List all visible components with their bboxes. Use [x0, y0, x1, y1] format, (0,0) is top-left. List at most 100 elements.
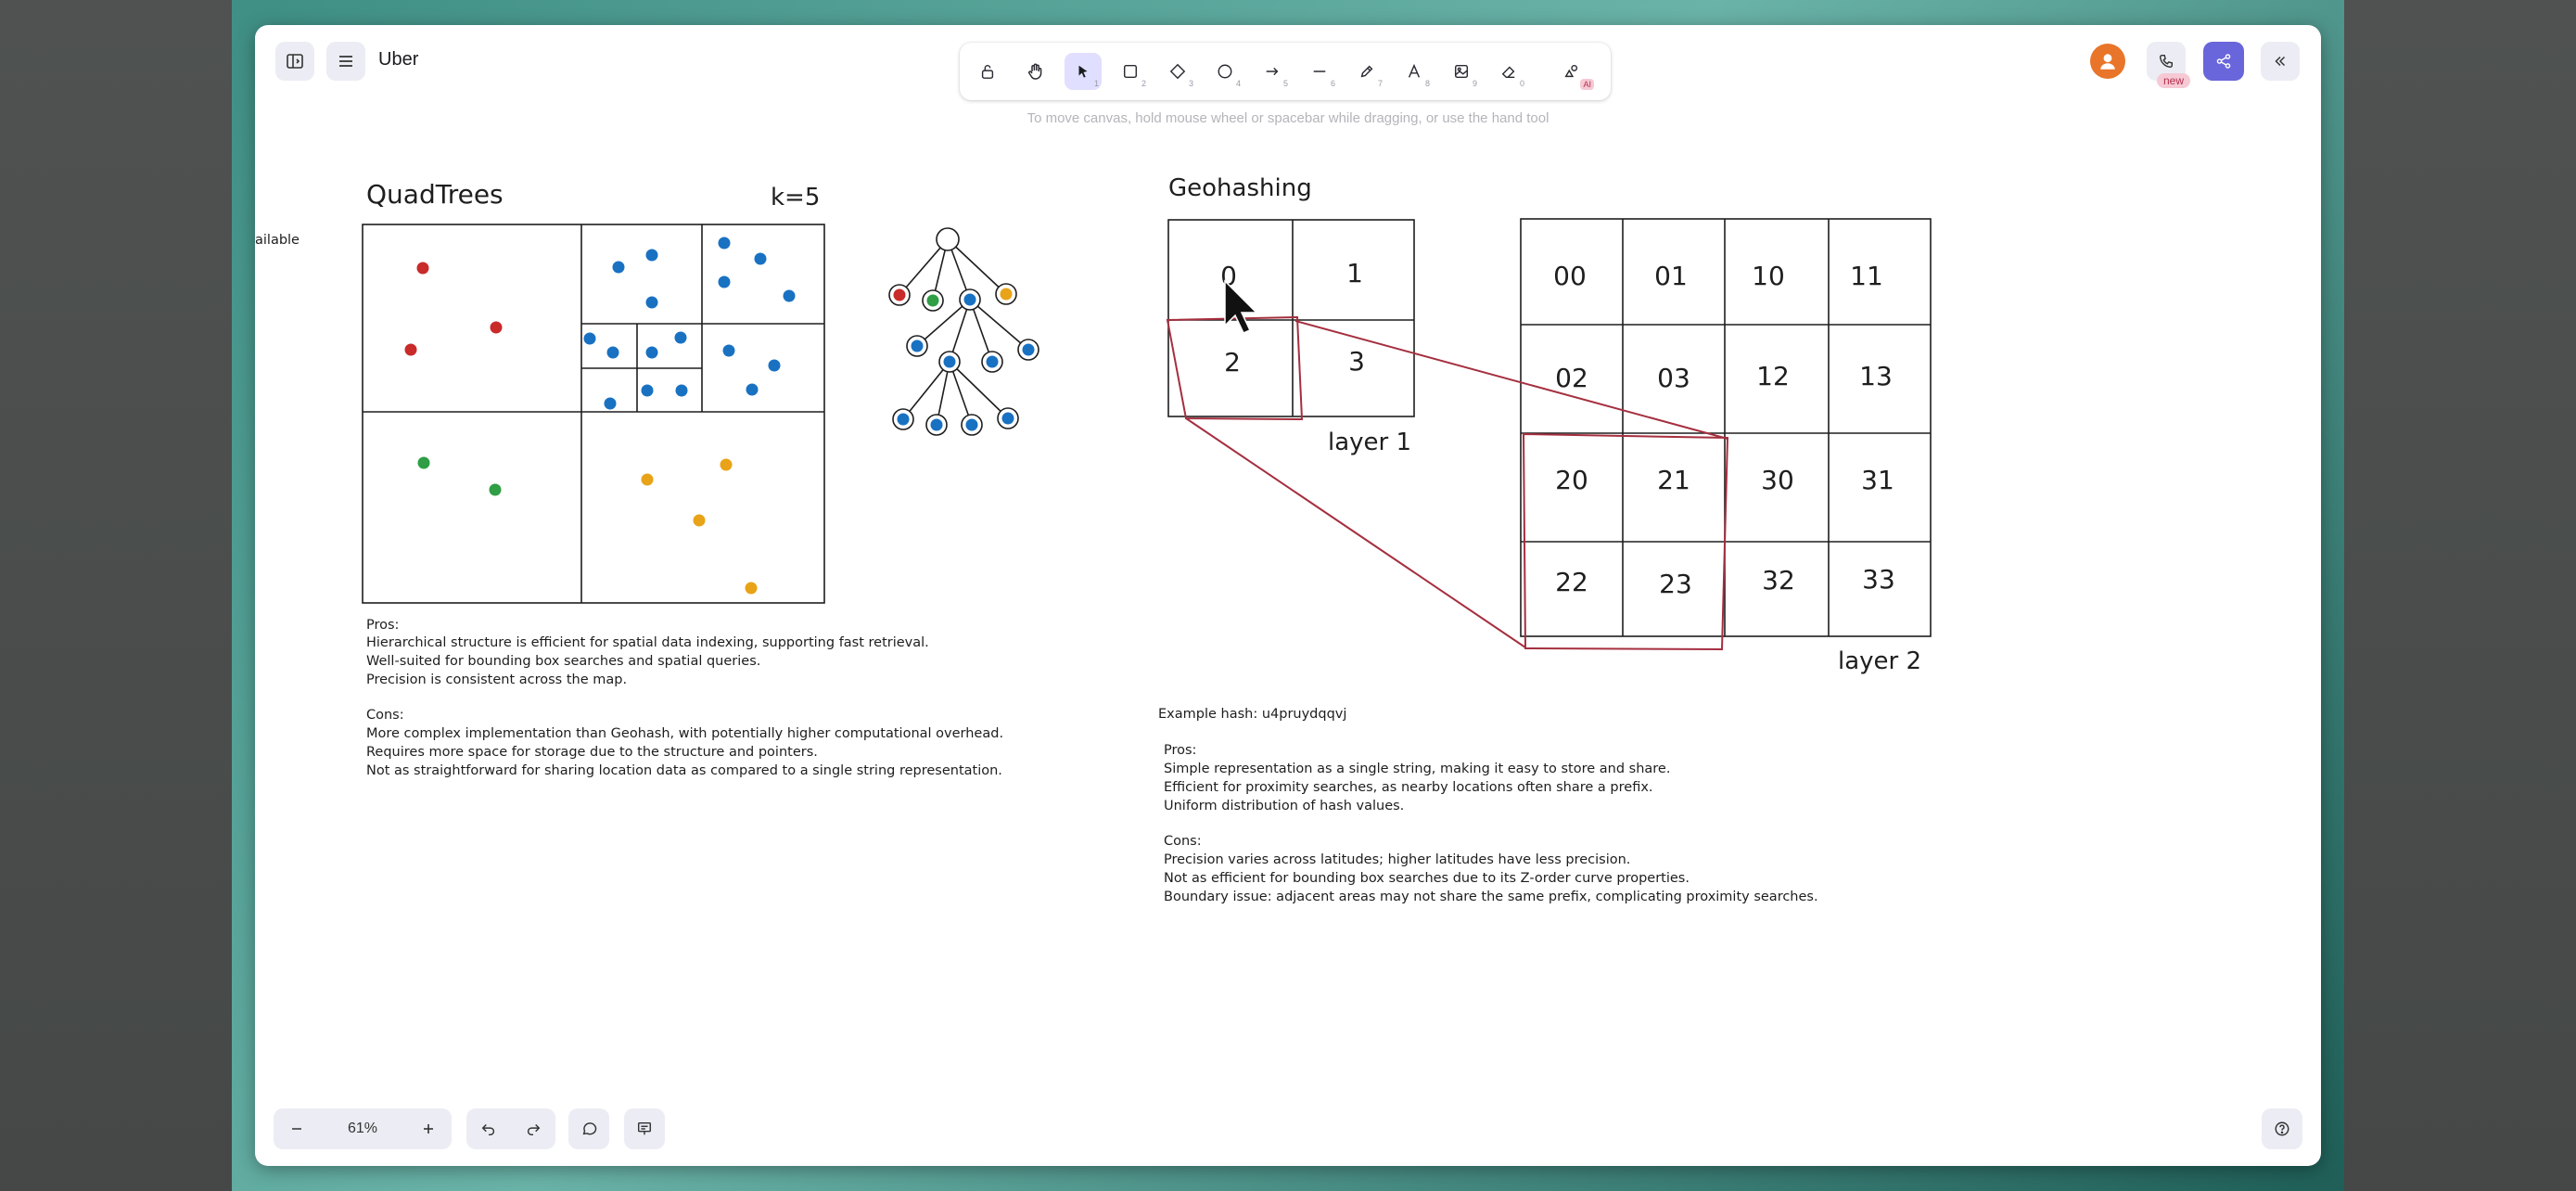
lock-icon — [981, 65, 994, 79]
geohashing-title: Geohashing — [1168, 174, 1312, 202]
new-badge: new — [2157, 73, 2191, 88]
quadtree-pro: Well-suited for bounding box searches an… — [366, 654, 760, 669]
image-icon — [1454, 64, 1469, 79]
tool-ellipse[interactable]: 4 — [1206, 53, 1243, 90]
red-point — [404, 343, 417, 356]
geohash-con: Precision varies across latitudes; highe… — [1164, 852, 1630, 867]
shortcut-key: 4 — [1235, 79, 1241, 88]
tool-line[interactable]: 6 — [1301, 53, 1338, 90]
comments-button[interactable] — [568, 1108, 609, 1149]
blue-point — [674, 331, 687, 344]
tool-bar: 1 2 3 4 5 6 7 8 9 0 AI — [960, 43, 1611, 100]
undo-button[interactable] — [466, 1108, 511, 1149]
blue-point — [783, 289, 796, 302]
ai-badge: AI — [1580, 79, 1594, 90]
cut-off-text: ailable — [255, 233, 300, 248]
tool-text[interactable]: 8 — [1396, 53, 1433, 90]
layer2-cell: 02 — [1555, 363, 1588, 393]
red-point — [416, 262, 429, 275]
help-button[interactable] — [2262, 1108, 2302, 1149]
geohash-cons-title: Cons: — [1164, 834, 1202, 849]
share-icon — [2216, 54, 2231, 69]
geohash-con: Not as efficient for bounding box search… — [1164, 871, 1690, 886]
tool-diamond[interactable]: 3 — [1159, 53, 1196, 90]
example-hash: Example hash: u4pruydqqvj — [1158, 707, 1346, 722]
layer2-cell: 03 — [1657, 363, 1690, 393]
tool-eraser[interactable]: 0 — [1490, 53, 1527, 90]
phone-icon — [2159, 54, 2174, 69]
blue-point — [583, 332, 596, 345]
quadtree-con: Requires more space for storage due to t… — [366, 745, 818, 760]
undo-redo-group — [466, 1108, 555, 1149]
rectangle-icon — [1123, 64, 1138, 79]
tool-image[interactable]: 9 — [1443, 53, 1480, 90]
shortcut-key: 7 — [1377, 79, 1383, 88]
blue-point — [612, 261, 625, 274]
red-point — [490, 321, 503, 334]
layer2-cell: 21 — [1657, 465, 1690, 495]
orange-point — [641, 473, 654, 486]
layer2-cell: 01 — [1654, 261, 1688, 291]
quadtree-cons-title: Cons: — [366, 708, 404, 723]
comment-icon — [582, 1122, 597, 1135]
tool-hand[interactable] — [1017, 53, 1054, 90]
pencil-icon — [1360, 65, 1373, 78]
layer2-cell: 12 — [1756, 361, 1790, 391]
diamond-icon — [1169, 63, 1186, 80]
layer2-cell: 20 — [1555, 465, 1588, 495]
tool-lock[interactable] — [969, 53, 1006, 90]
layer2-cell: 11 — [1850, 261, 1883, 291]
quadtree-points — [404, 237, 796, 595]
layer2-cell: 32 — [1762, 565, 1795, 596]
quadtree-con: Not as straightforward for sharing locat… — [366, 763, 1002, 778]
tool-selection[interactable]: 1 — [1065, 53, 1102, 90]
blue-point — [768, 359, 781, 372]
orange-point — [693, 514, 706, 527]
layer1-cell: 1 — [1346, 258, 1363, 288]
green-point — [417, 456, 430, 469]
help-icon — [2275, 1121, 2289, 1136]
blue-point — [645, 296, 658, 309]
document-title[interactable]: Uber — [378, 49, 418, 70]
blue-point — [641, 384, 654, 397]
orange-point — [745, 582, 758, 595]
zoom-in-button[interactable] — [405, 1108, 452, 1149]
blue-point — [675, 384, 688, 397]
redo-button[interactable] — [511, 1108, 555, 1149]
sidebar-toggle-button[interactable] — [275, 42, 314, 81]
hamburger-icon — [339, 56, 352, 67]
whiteboard-canvas[interactable]: ailable QuadTrees k=5 Pros: Hierarchical… — [255, 127, 2321, 1092]
blue-point — [645, 346, 658, 359]
blue-point — [718, 237, 731, 250]
mouse-cursor — [1224, 279, 1258, 334]
sidebar-icon — [287, 54, 303, 69]
avatar[interactable] — [2090, 44, 2125, 79]
presentation-button[interactable] — [624, 1108, 665, 1149]
geohash-notes: Example hash: u4pruydqqvj Pros: Simple r… — [1158, 707, 1818, 904]
shortcut-key: 3 — [1188, 79, 1193, 88]
blue-point — [722, 344, 735, 357]
pointer-icon — [1078, 65, 1088, 78]
main-menu-button[interactable] — [326, 42, 365, 81]
quadtree-pro: Precision is consistent across the map. — [366, 672, 627, 687]
collapse-sidebar-button[interactable] — [2261, 42, 2300, 81]
blue-point — [718, 275, 731, 288]
tool-rectangle[interactable]: 2 — [1112, 53, 1149, 90]
quadtree-tree — [888, 227, 1039, 436]
ellipse-icon — [1218, 64, 1232, 79]
k-label: k=5 — [771, 184, 820, 211]
user-icon — [2100, 54, 2115, 70]
layer2-cell: 33 — [1862, 564, 1895, 595]
tool-more[interactable]: AI — [1553, 53, 1594, 90]
tool-draw[interactable]: 7 — [1348, 53, 1385, 90]
eraser-icon — [1501, 66, 1515, 79]
blue-point — [746, 383, 759, 396]
tool-arrow[interactable]: 5 — [1254, 53, 1291, 90]
layer2-label: layer 2 — [1838, 647, 1921, 675]
green-point — [489, 483, 502, 496]
quadtree-pros-title: Pros: — [366, 618, 399, 633]
layer1-label: layer 1 — [1328, 429, 1411, 456]
share-button[interactable] — [2203, 42, 2244, 81]
layer2-cell: 00 — [1553, 261, 1587, 291]
canvas-hint: To move canvas, hold mouse wheel or spac… — [1027, 110, 1549, 126]
